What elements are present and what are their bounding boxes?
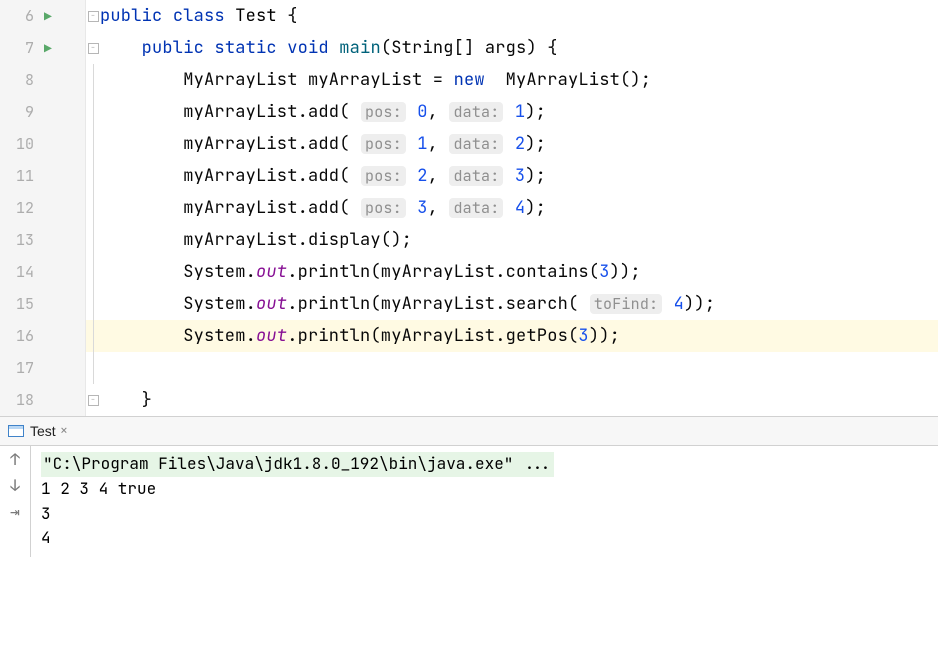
scroll-up-icon[interactable]: ↑ [10,452,20,468]
line-number: 9 [6,102,36,122]
command-line: "C:\Program Files\Java\jdk1.8.0_192\bin\… [41,452,554,477]
code-text[interactable]: public class Test { [100,5,298,27]
code-editor[interactable]: 6▶-public class Test {7▶- public static … [0,0,938,417]
code-line[interactable]: 15 System.out.println(myArrayList.search… [0,288,938,320]
output-line: 1 2 3 4 true [41,477,928,502]
code-text[interactable]: public static void main(String[] args) { [100,37,558,59]
fold-column[interactable] [86,192,100,224]
close-icon[interactable]: × [60,422,68,440]
fold-column[interactable] [86,256,100,288]
code-line[interactable]: 16 System.out.println(myArrayList.getPos… [0,320,938,352]
gutter[interactable]: 9 [0,96,86,128]
run-config-icon [8,425,24,437]
code-text[interactable]: System.out.println(myArrayList.getPos(3)… [100,325,620,347]
code-text[interactable]: myArrayList.display(); [100,229,412,251]
fold-guide [93,192,94,224]
fold-guide [93,224,94,256]
line-number: 8 [6,70,36,90]
fold-column[interactable]: - [86,0,100,32]
fold-column[interactable] [86,160,100,192]
code-line[interactable]: 18 - } [0,384,938,416]
fold-column[interactable] [86,128,100,160]
code-text[interactable]: System.out.println(myArrayList.contains(… [100,261,641,283]
fold-end-icon[interactable]: - [88,395,99,406]
gutter[interactable]: 12 [0,192,86,224]
line-number: 7 [6,38,36,58]
line-number: 11 [6,166,36,186]
gutter[interactable]: 18 [0,384,86,416]
line-number: 13 [6,230,36,250]
fold-guide [93,288,94,320]
gutter[interactable]: 13 [0,224,86,256]
code-text[interactable]: MyArrayList myArrayList = new MyArrayLis… [100,69,651,91]
output-line: 3 [41,502,928,527]
fold-guide [93,320,94,352]
code-text[interactable]: } [100,389,152,411]
code-line[interactable]: 14 System.out.println(myArrayList.contai… [0,256,938,288]
code-line[interactable]: 8 MyArrayList myArrayList = new MyArrayL… [0,64,938,96]
gutter[interactable]: 8 [0,64,86,96]
scroll-down-icon[interactable]: ↓ [10,478,20,494]
code-text[interactable]: myArrayList.add( pos: 1, data: 2); [100,133,546,155]
fold-guide [93,352,94,384]
fold-guide [93,128,94,160]
run-panel-body: ↑ ↓ ⇥ "C:\Program Files\Java\jdk1.8.0_19… [0,446,938,557]
fold-collapse-icon[interactable]: - [88,11,99,22]
fold-guide [93,64,94,96]
gutter[interactable]: 6▶ [0,0,86,32]
code-line[interactable]: 17 [0,352,938,384]
gutter[interactable]: 11 [0,160,86,192]
code-line[interactable]: 12 myArrayList.add( pos: 3, data: 4); [0,192,938,224]
fold-column[interactable]: - [86,384,100,416]
fold-column[interactable] [86,96,100,128]
fold-guide [93,256,94,288]
line-number: 12 [6,198,36,218]
output-line: 4 [41,526,928,551]
code-line[interactable]: 9 myArrayList.add( pos: 0, data: 1); [0,96,938,128]
soft-wrap-icon[interactable]: ⇥ [10,504,20,520]
fold-column[interactable] [86,64,100,96]
fold-collapse-icon[interactable]: - [88,43,99,54]
line-number: 17 [6,358,36,378]
line-number: 16 [6,326,36,346]
run-icon[interactable]: ▶ [44,8,52,25]
fold-guide [93,96,94,128]
code-text[interactable]: System.out.println(myArrayList.search( t… [100,293,715,315]
gutter[interactable]: 15 [0,288,86,320]
code-text[interactable]: myArrayList.add( pos: 3, data: 4); [100,197,546,219]
fold-column[interactable]: - [86,32,100,64]
fold-column[interactable] [86,320,100,352]
line-number: 14 [6,262,36,282]
code-line[interactable]: 6▶-public class Test { [0,0,938,32]
fold-column[interactable] [86,352,100,384]
code-line[interactable]: 10 myArrayList.add( pos: 1, data: 2); [0,128,938,160]
code-text[interactable]: myArrayList.add( pos: 0, data: 1); [100,101,546,123]
run-toolbar: ↑ ↓ ⇥ [0,446,31,557]
code-line[interactable]: 13 myArrayList.display(); [0,224,938,256]
fold-column[interactable] [86,224,100,256]
gutter[interactable]: 16 [0,320,86,352]
run-tab-bar: Test × [0,417,938,446]
code-line[interactable]: 7▶- public static void main(String[] arg… [0,32,938,64]
line-number: 18 [6,390,36,410]
gutter[interactable]: 17 [0,352,86,384]
line-number: 10 [6,134,36,154]
code-line[interactable]: 11 myArrayList.add( pos: 2, data: 3); [0,160,938,192]
run-icon[interactable]: ▶ [44,40,52,57]
fold-guide [93,160,94,192]
console-output[interactable]: "C:\Program Files\Java\jdk1.8.0_192\bin\… [31,446,938,557]
line-number: 15 [6,294,36,314]
line-number: 6 [6,6,36,26]
gutter[interactable]: 10 [0,128,86,160]
fold-column[interactable] [86,288,100,320]
code-text[interactable]: myArrayList.add( pos: 2, data: 3); [100,165,546,187]
gutter[interactable]: 7▶ [0,32,86,64]
run-tab-label[interactable]: Test [30,423,56,439]
gutter[interactable]: 14 [0,256,86,288]
